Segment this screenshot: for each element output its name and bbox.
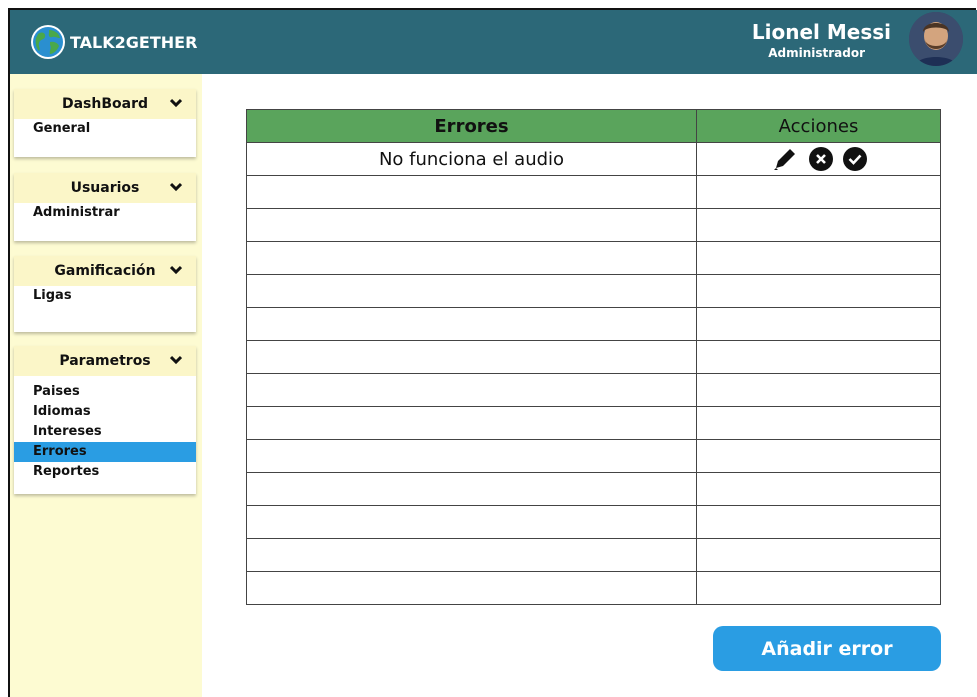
- error-cell: [246, 241, 697, 275]
- sidebar-item-general[interactable]: General: [14, 119, 196, 139]
- table-header-row: Errores Acciones: [246, 109, 941, 143]
- table-row: [246, 340, 941, 374]
- close-circle-icon[interactable]: [808, 146, 834, 172]
- errors-table: Errores Acciones No funciona el audio: [246, 109, 941, 605]
- actions-cell: [696, 373, 941, 407]
- table-row: No funciona el audio: [246, 142, 941, 176]
- actions-cell: [696, 241, 941, 275]
- sidebar-group-gamificacion: Gamificación Ligas: [14, 256, 196, 332]
- actions-cell: [696, 307, 941, 341]
- actions-cell: [696, 571, 941, 605]
- sidebar-group-header[interactable]: Parametros: [14, 346, 196, 376]
- actions-cell: [696, 175, 941, 209]
- error-cell: [246, 373, 697, 407]
- sidebar-item-paises[interactable]: Paises: [14, 382, 196, 402]
- error-cell: [246, 406, 697, 440]
- pencil-icon[interactable]: [770, 144, 800, 174]
- check-circle-icon[interactable]: [842, 146, 868, 172]
- sidebar-group-header[interactable]: Usuarios: [14, 173, 196, 203]
- table-row: [246, 208, 941, 242]
- table-row: [246, 406, 941, 440]
- add-error-button[interactable]: Añadir error: [713, 626, 941, 671]
- logo-area: TALK2GETHER: [10, 10, 202, 74]
- sidebar-item-reportes[interactable]: Reportes: [14, 462, 196, 482]
- actions-cell: [696, 505, 941, 539]
- table-row: [246, 439, 941, 473]
- error-cell: [246, 505, 697, 539]
- top-bar: Lionel Messi Administrador: [202, 10, 977, 74]
- actions-cell: [696, 406, 941, 440]
- chevron-down-icon: [170, 98, 182, 108]
- error-cell: [246, 274, 697, 308]
- table-row: [246, 307, 941, 341]
- table-row: [246, 472, 941, 506]
- sidebar-group-title: Gamificación: [54, 263, 156, 279]
- actions-cell: [696, 142, 941, 176]
- sidebar-group-header[interactable]: Gamificación: [14, 256, 196, 286]
- sidebar-item-administrar[interactable]: Administrar: [14, 203, 196, 223]
- user-photo: [909, 12, 963, 66]
- sidebar-group-title: Parametros: [59, 353, 151, 369]
- sidebar-item-intereses[interactable]: Intereses: [14, 422, 196, 442]
- sidebar-group-parametros: Parametros Paises Idiomas Intereses Erro…: [14, 346, 196, 494]
- sidebar-item-idiomas[interactable]: Idiomas: [14, 402, 196, 422]
- error-cell: No funciona el audio: [246, 142, 697, 176]
- avatar[interactable]: [909, 12, 963, 66]
- table-row: [246, 175, 941, 209]
- sidebar-group-usuarios: Usuarios Administrar: [14, 173, 196, 241]
- error-cell: [246, 571, 697, 605]
- error-cell: [246, 175, 697, 209]
- actions-cell: [696, 538, 941, 572]
- error-cell: [246, 340, 697, 374]
- chevron-down-icon: [170, 265, 182, 275]
- actions-cell: [696, 439, 941, 473]
- sidebar-item-errores[interactable]: Errores: [14, 442, 196, 462]
- chevron-down-icon: [170, 182, 182, 192]
- actions-cell: [696, 274, 941, 308]
- table-row: [246, 538, 941, 572]
- actions-cell: [696, 340, 941, 374]
- error-cell: [246, 538, 697, 572]
- app-name: TALK2GETHER: [70, 32, 198, 52]
- app-logo[interactable]: TALK2GETHER: [30, 24, 197, 60]
- chevron-down-icon: [170, 355, 182, 365]
- table-row: [246, 571, 941, 605]
- table-row: [246, 505, 941, 539]
- sidebar-item-ligas[interactable]: Ligas: [14, 286, 196, 306]
- table-row: [246, 373, 941, 407]
- column-header-errores: Errores: [246, 109, 697, 143]
- error-cell: [246, 307, 697, 341]
- table-row: [246, 241, 941, 275]
- actions-cell: [696, 208, 941, 242]
- table-row: [246, 274, 941, 308]
- globe-icon: [31, 25, 65, 59]
- error-cell: [246, 208, 697, 242]
- error-cell: [246, 472, 697, 506]
- user-role: Administrador: [768, 46, 865, 60]
- sidebar-group-dashboard: DashBoard General: [14, 89, 196, 157]
- user-name: Lionel Messi: [751, 20, 891, 44]
- sidebar-group-title: Usuarios: [70, 180, 140, 196]
- sidebar-group-header[interactable]: DashBoard: [14, 89, 196, 119]
- sidebar-group-title: DashBoard: [61, 96, 149, 112]
- column-header-acciones: Acciones: [696, 109, 941, 143]
- actions-cell: [696, 472, 941, 506]
- error-cell: [246, 439, 697, 473]
